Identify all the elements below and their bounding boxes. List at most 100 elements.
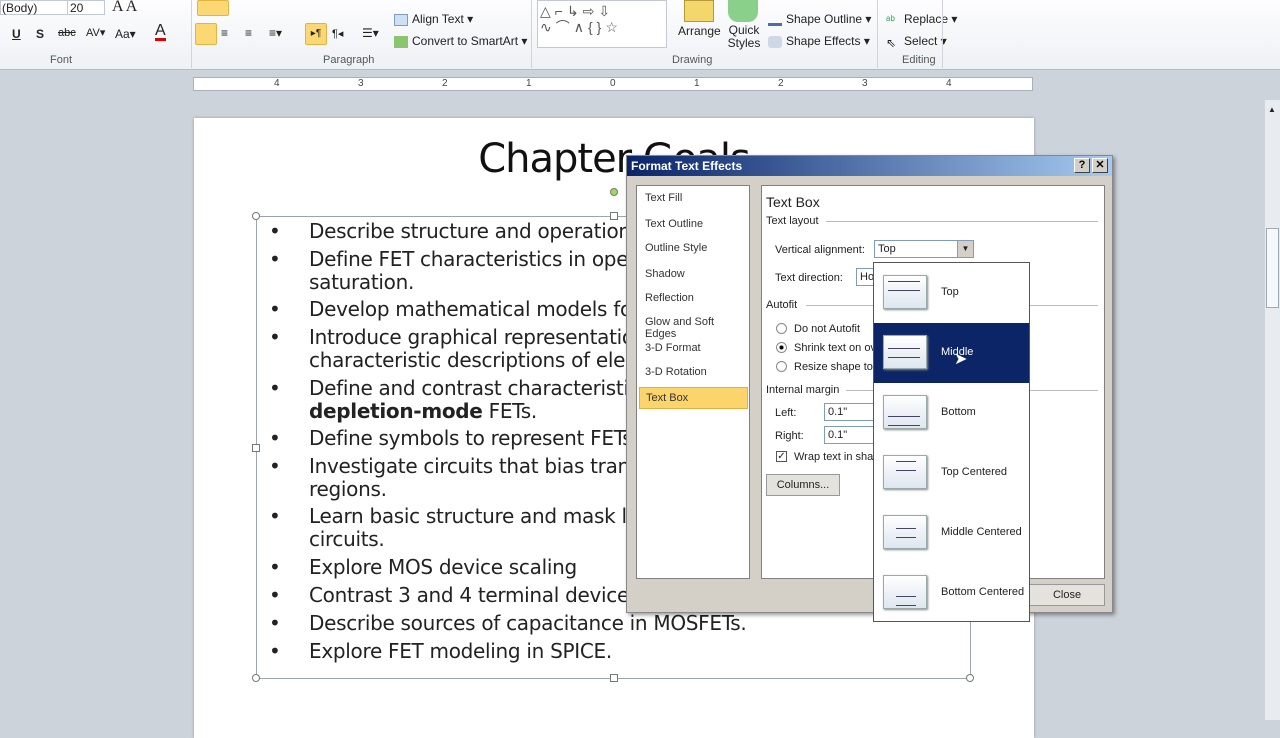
radio-do-not-autofit[interactable] <box>776 323 787 334</box>
option-bottom-centered[interactable]: Bottom Centered <box>874 563 1029 623</box>
panel-title: Text Box <box>766 194 820 210</box>
underline-icon[interactable]: U <box>12 27 21 41</box>
font-size-box[interactable]: 20 <box>67 0 105 15</box>
font-name: (Body) <box>2 1 38 15</box>
left-margin-label: Left: <box>775 407 797 419</box>
select-button[interactable]: ⇖ Select ▾ <box>886 34 947 50</box>
wrap-text-label: Wrap text in sha <box>794 451 874 463</box>
resize-handle[interactable] <box>252 444 260 452</box>
font-name-box[interactable]: (Body) <box>0 0 68 15</box>
resize-handle[interactable] <box>252 212 260 220</box>
columns-icon[interactable]: ☰▾ <box>362 26 379 40</box>
font-color-icon[interactable]: A <box>155 23 166 41</box>
shape-effects-icon <box>768 35 782 48</box>
align-text-icon <box>394 13 408 26</box>
help-button[interactable]: ? <box>1074 158 1090 173</box>
mouse-cursor-icon: ➤ <box>954 351 968 368</box>
chevron-down-icon[interactable]: ▼ <box>957 241 973 257</box>
vertical-alignment-select[interactable]: Top ▼ <box>874 240 974 258</box>
close-button[interactable]: Close <box>1029 584 1105 606</box>
right-margin-label: Right: <box>775 430 804 442</box>
vertical-scrollbar[interactable]: ▲ <box>1265 100 1280 720</box>
category-text-outline[interactable]: Text Outline <box>639 214 748 236</box>
paragraph-group-label: Paragraph <box>323 54 375 66</box>
align-middle-icon <box>883 335 927 369</box>
replace-icon: ab <box>886 13 895 23</box>
category-reflection[interactable]: Reflection <box>639 288 748 310</box>
resize-handle[interactable] <box>966 674 974 682</box>
arrange-button[interactable]: Arrange <box>678 24 721 38</box>
change-case-icon[interactable]: Aa▾ <box>115 27 136 41</box>
rotate-handle[interactable] <box>610 188 618 196</box>
option-bottom[interactable]: Bottom <box>874 383 1029 443</box>
resize-handle[interactable] <box>252 674 260 682</box>
scroll-thumb[interactable] <box>1266 228 1279 308</box>
do-not-autofit-label: Do not Autofit <box>794 323 861 335</box>
grow-font-icon[interactable]: A A <box>112 0 137 16</box>
align-bottom-icon <box>883 395 927 429</box>
strikethrough-icon[interactable]: abc <box>58 27 76 39</box>
scroll-up-icon[interactable]: ▲ <box>1268 105 1276 114</box>
option-middle[interactable]: Middle ➤ <box>874 323 1029 383</box>
align-left-button[interactable] <box>195 23 217 45</box>
justify-icon[interactable]: ≡▾ <box>269 26 282 40</box>
vertical-alignment-label: Vertical alignment: <box>775 244 865 256</box>
close-icon: ✕ <box>1095 159 1105 171</box>
font-group-label: Font <box>50 54 73 66</box>
option-middle-centered[interactable]: Middle Centered <box>874 503 1029 563</box>
internal-margin-heading: Internal margin <box>766 384 840 396</box>
dialog-title-bar[interactable]: Format Text Effects ? ✕ <box>627 156 1112 176</box>
editing-group-label: Editing <box>902 54 936 66</box>
radio-shrink-text[interactable] <box>776 342 787 353</box>
quick-styles-icon <box>728 0 758 22</box>
character-spacing-icon[interactable]: AV▾ <box>86 26 105 39</box>
shape-outline-icon <box>768 14 782 26</box>
dialog-title: Format Text Effects <box>631 159 743 173</box>
shape-effects-button[interactable]: Shape Effects ▾ <box>768 34 870 48</box>
arrange-icon <box>684 0 714 22</box>
resize-handle[interactable] <box>610 674 618 682</box>
align-top-icon <box>883 275 927 309</box>
autofit-heading: Autofit <box>766 299 798 311</box>
quick-styles-button[interactable]: Quick Styles <box>724 24 764 50</box>
ltr-button[interactable]: ▸¶ <box>305 23 327 45</box>
category-3d-format[interactable]: 3-D Format <box>639 338 748 360</box>
category-outline-style[interactable]: Outline Style <box>639 238 748 260</box>
horizontal-ruler[interactable]: 432101234 <box>193 77 1033 91</box>
rtl-icon[interactable]: ¶◂ <box>332 27 343 40</box>
shape-outline-button[interactable]: Shape Outline ▾ <box>768 12 871 26</box>
shrink-text-label: Shrink text on ov <box>794 342 876 354</box>
format-text-effects-dialog: Format Text Effects ? ✕ Text Fill Text O… <box>626 155 1113 613</box>
smartart-icon <box>394 35 408 48</box>
shadow-icon[interactable]: S <box>36 27 44 41</box>
wrap-text-checkbox[interactable]: ✓ <box>776 451 787 462</box>
align-right-icon[interactable]: ≡ <box>245 26 252 40</box>
align-bottom-centered-icon <box>883 575 927 609</box>
bullets-button[interactable] <box>197 0 229 16</box>
align-text-button[interactable]: Align Text ▾ <box>394 12 473 26</box>
category-3d-rotation[interactable]: 3-D Rotation <box>639 362 748 384</box>
category-list: Text Fill Text Outline Outline Style Sha… <box>636 185 750 579</box>
text-layout-heading: Text layout <box>766 215 819 227</box>
align-top-centered-icon <box>883 455 927 489</box>
close-x-button[interactable]: ✕ <box>1092 158 1108 173</box>
option-top[interactable]: Top <box>874 263 1029 323</box>
resize-shape-label: Resize shape to <box>794 361 873 373</box>
ribbon: (Body) 20 A A U S abc AV▾ Aa▾ A Font ≡ ≡… <box>0 0 1280 70</box>
category-text-fill[interactable]: Text Fill <box>639 188 748 210</box>
radio-resize-shape[interactable] <box>776 361 787 372</box>
category-text-box[interactable]: Text Box <box>639 387 748 409</box>
text-direction-label: Text direction: <box>775 272 843 284</box>
select-cursor-icon: ⇖ <box>886 35 897 50</box>
align-center-icon[interactable]: ≡ <box>221 26 228 40</box>
category-glow-soft-edges[interactable]: Glow and Soft Edges <box>639 312 748 340</box>
convert-smartart-button[interactable]: Convert to SmartArt ▾ <box>394 34 527 48</box>
align-middle-centered-icon <box>883 515 927 549</box>
option-top-centered[interactable]: Top Centered <box>874 443 1029 503</box>
shapes-gallery[interactable]: △⌐↳⇨⇩ ∿⌒∧{}☆ <box>537 0 667 48</box>
columns-button[interactable]: Columns... <box>766 474 840 496</box>
font-size: 20 <box>70 1 84 15</box>
drawing-group-label: Drawing <box>672 54 713 66</box>
category-shadow[interactable]: Shadow <box>639 264 748 286</box>
replace-button[interactable]: ab Replace ▾ <box>886 12 957 26</box>
